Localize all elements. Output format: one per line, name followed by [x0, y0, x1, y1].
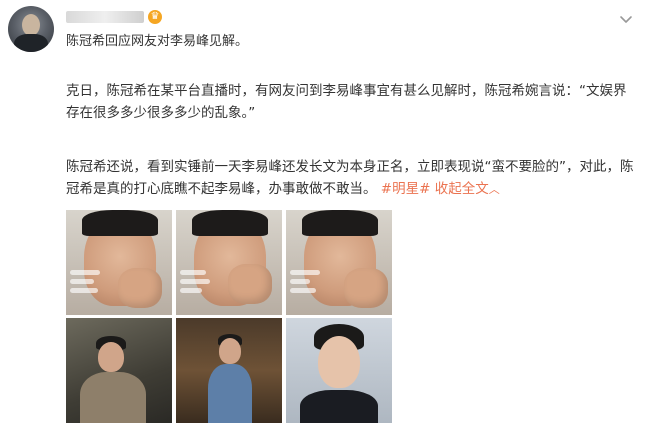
photo-thumbnail[interactable]	[286, 318, 392, 423]
crown-icon: ♛	[148, 10, 162, 24]
chevron-down-icon[interactable]	[616, 10, 636, 30]
live-comments-overlay	[70, 270, 104, 310]
avatar-body	[14, 34, 48, 52]
photo-thumbnail[interactable]	[66, 318, 172, 423]
avatar[interactable]	[8, 6, 54, 52]
photo-thumbnail[interactable]	[176, 210, 282, 315]
hair-shape	[192, 210, 268, 236]
post-paragraph-2-text: 陈冠希还说，看到实锤前一天李易峰还发长文为本身正名，立即表现说“蛮不要脸的”，对…	[66, 159, 634, 197]
hair-shape	[82, 210, 158, 236]
live-comments-overlay	[290, 270, 324, 310]
post-paragraph-2: 陈冠希还说，看到实锤前一天李易峰还发长文为本身正名，立即表现说“蛮不要脸的”，对…	[66, 156, 638, 201]
hashtag-link[interactable]: #明星#	[381, 181, 431, 197]
username[interactable]: ♛	[66, 10, 162, 24]
live-comments-overlay	[180, 270, 214, 310]
face-shape	[98, 342, 124, 372]
photo-thumbnail[interactable]	[286, 210, 392, 315]
hand-shape	[118, 268, 162, 308]
photo-thumbnail[interactable]	[66, 210, 172, 315]
body-shape	[80, 372, 146, 423]
chevron-up-icon: ︿	[488, 183, 500, 196]
collapse-label: 收起全文	[434, 181, 489, 197]
post-paragraph-1: 克日，陈冠希在某平台直播时，有网友问到李易峰事宜有甚么见解时，陈冠希婉言说：“文…	[66, 83, 627, 121]
photo-grid	[66, 210, 396, 424]
photo-thumbnail[interactable]	[176, 318, 282, 423]
post-summary: 陈冠希回应网友对李易峰见解。	[66, 34, 249, 49]
body-shape	[208, 364, 252, 423]
avatar-face	[22, 14, 40, 36]
face-shape	[318, 336, 360, 388]
collapse-link[interactable]: 收起全文︿	[435, 181, 500, 197]
username-text	[66, 11, 144, 23]
hair-shape	[302, 210, 378, 236]
hand-shape	[344, 268, 388, 308]
face-shape	[219, 338, 241, 364]
body-shape	[300, 390, 378, 423]
hand-shape	[228, 264, 272, 304]
